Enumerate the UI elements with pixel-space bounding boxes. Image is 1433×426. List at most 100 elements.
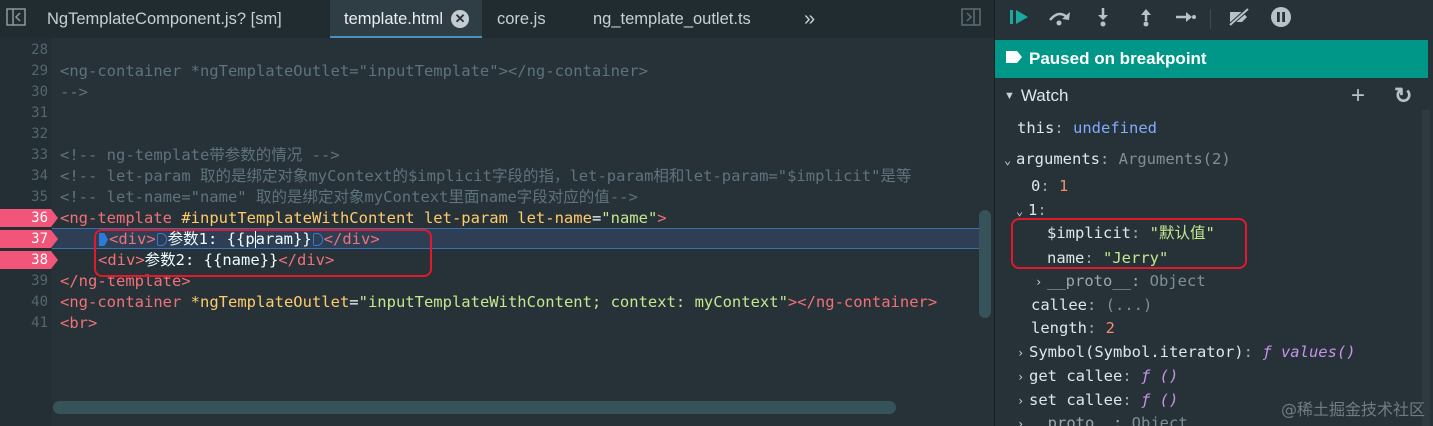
line-number: 34 (31, 168, 48, 184)
chevron-down-icon: ▼ (1004, 90, 1015, 102)
chevron-right-icon[interactable]: › (1017, 342, 1029, 365)
line-number: 39 (31, 273, 48, 289)
property-row[interactable]: 0: 1 (1031, 175, 1068, 198)
colon: : (1087, 296, 1106, 314)
property-value: ƒ () (1141, 367, 1179, 385)
tab-label: template.html (344, 9, 444, 28)
breakpoint-icon (1005, 49, 1023, 69)
pause-on-exceptions-button[interactable] (1268, 7, 1294, 31)
token-eq: = (349, 293, 359, 311)
debugger-toggle-icon (961, 8, 981, 30)
property-row[interactable]: length: 2 (1031, 317, 1115, 340)
property-row[interactable]: › __proto__: Object (1017, 412, 1188, 426)
watch-item-this[interactable]: this: undefined (1017, 117, 1157, 140)
step-icon (1174, 7, 1196, 31)
chevron-right-icon[interactable]: › (1017, 390, 1029, 413)
token-string: "name" (601, 209, 658, 227)
property-row[interactable]: › get callee: ƒ () (1017, 365, 1178, 388)
token-tag: ></ng-container> (787, 293, 938, 311)
toggle-sidebar-button[interactable] (0, 0, 32, 38)
colon: : (1243, 343, 1263, 361)
chevron-down-icon[interactable]: ⌄ (1004, 149, 1016, 172)
deactivate-breakpoints-button[interactable] (1226, 6, 1252, 31)
resume-icon (1008, 7, 1032, 31)
watch-value: undefined (1073, 119, 1157, 137)
debugger-scrollbar[interactable] (1422, 110, 1430, 426)
debugger-panel: Paused on breakpoint ▼ Watch + ↻ this: u… (994, 0, 1433, 426)
chevron-right-icon[interactable]: › (1017, 366, 1029, 389)
property-value: ƒ () (1141, 391, 1179, 409)
chevron-right-icon[interactable]: › (1017, 413, 1029, 426)
watch-item-arguments[interactable]: ⌄ arguments: Arguments(2) (1004, 148, 1231, 171)
code-editor[interactable]: NgTemplateComponent.js? [sm] template.ht… (0, 0, 994, 426)
property-key: 1 (1028, 201, 1038, 219)
tab-bar: NgTemplateComponent.js? [sm] template.ht… (0, 0, 994, 38)
watermark-text: @稀土掘金技术社区 (1280, 400, 1425, 419)
tab-label: core.js (497, 9, 546, 28)
deactivate-breakpoints-icon (1227, 6, 1251, 31)
toolbar-divider (1210, 9, 1211, 29)
code-line-36: <ng-template #inputTemplateWithContent l… (60, 208, 667, 229)
colon: : (1131, 272, 1150, 290)
property-key: 0 (1031, 177, 1041, 195)
step-out-button[interactable] (1133, 7, 1159, 31)
colon: : (1040, 177, 1060, 195)
token-tag: <ng-container (60, 293, 191, 311)
tab-template-html[interactable]: template.html ✕ (330, 0, 482, 38)
property-value: Object (1149, 272, 1206, 290)
step-button[interactable] (1172, 7, 1198, 31)
annotation-highlight-box (1011, 218, 1247, 269)
property-key: get callee (1029, 367, 1123, 385)
tab-label: ng_template_outlet.ts (593, 9, 751, 28)
line-number: 37 (31, 231, 48, 247)
step-over-button[interactable] (1047, 7, 1073, 31)
property-row[interactable]: › set callee: ƒ () (1017, 389, 1178, 412)
close-tab-icon[interactable]: ✕ (451, 10, 470, 28)
property-key: length (1031, 319, 1087, 337)
refresh-icon[interactable]: ↻ (1394, 83, 1412, 109)
property-value: (...) (1105, 296, 1153, 314)
colon: : (1037, 201, 1047, 219)
property-value: ƒ values() (1262, 343, 1356, 361)
add-watch-button[interactable]: + (1351, 82, 1365, 110)
property-row[interactable]: callee: (...) (1031, 294, 1152, 317)
token-attr: #inputTemplateWithContent let-param let-… (181, 209, 592, 227)
colon: : (1054, 119, 1073, 137)
vertical-scrollbar[interactable] (979, 210, 991, 318)
code-line-41: <br> (60, 314, 98, 332)
token-tag: <ng-template (60, 209, 182, 227)
watch-value: Arguments(2) (1118, 150, 1231, 168)
property-key: Symbol(Symbol.iterator) (1029, 343, 1244, 361)
watch-section-header[interactable]: ▼ Watch + ↻ (995, 82, 1428, 110)
colon: : (1122, 391, 1141, 409)
tab-core-js[interactable]: core.js (497, 0, 546, 38)
property-value: 1 (1059, 177, 1069, 195)
property-row[interactable]: › __proto__: Object (1035, 270, 1206, 293)
watch-label: Watch (1020, 86, 1069, 105)
watch-key: arguments (1016, 150, 1100, 168)
token-string: "inputTemplateWithContent; context: myCo… (358, 293, 788, 311)
colon: : (1113, 414, 1132, 426)
annotation-highlight-box (94, 229, 432, 277)
paused-banner: Paused on breakpoint (995, 40, 1428, 78)
colon: : (1087, 319, 1106, 337)
step-into-icon (1093, 7, 1113, 31)
step-out-icon (1136, 7, 1156, 31)
resume-button[interactable] (1007, 7, 1033, 31)
tab-ng-template-component[interactable]: NgTemplateComponent.js? [sm] (47, 0, 282, 38)
horizontal-scrollbar[interactable] (53, 401, 896, 414)
property-row[interactable]: › Symbol(Symbol.iterator): ƒ values() (1017, 341, 1356, 364)
code-line-35: <!-- let-name="name" 取的是绑定对象myContext里面n… (60, 188, 638, 206)
code-line-34: <!-- let-param 取的是绑定对象myContext的$implici… (60, 167, 912, 185)
more-tabs-button[interactable]: » (804, 0, 815, 38)
chevron-right-icon[interactable]: › (1035, 271, 1047, 294)
paused-label: Paused on breakpoint (1029, 49, 1207, 68)
toggle-debugger-button[interactable] (956, 0, 986, 38)
property-key: callee (1031, 296, 1087, 314)
line-number: 41 (31, 315, 48, 331)
tab-ng-template-outlet[interactable]: ng_template_outlet.ts (593, 0, 751, 38)
debugger-toolbar (995, 0, 1433, 38)
tab-label: NgTemplateComponent.js? [sm] (47, 9, 282, 28)
step-into-button[interactable] (1090, 7, 1116, 31)
line-number: 28 (31, 42, 48, 58)
